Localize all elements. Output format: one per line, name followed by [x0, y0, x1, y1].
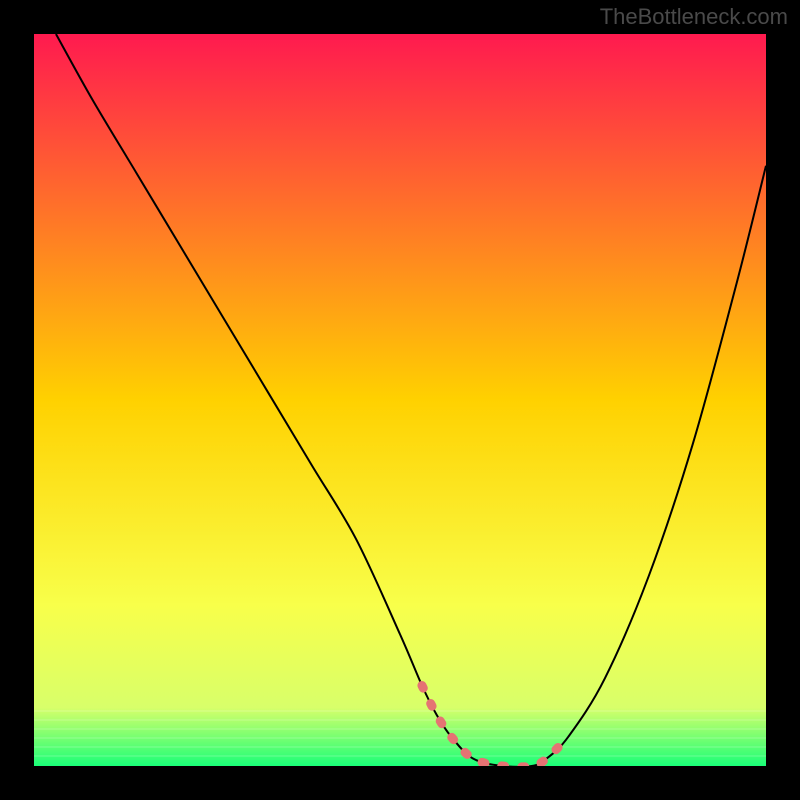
watermark-text: TheBottleneck.com — [600, 4, 788, 30]
chart-svg — [34, 34, 766, 766]
chart-background — [34, 34, 766, 766]
chart-plot-area — [34, 34, 766, 766]
